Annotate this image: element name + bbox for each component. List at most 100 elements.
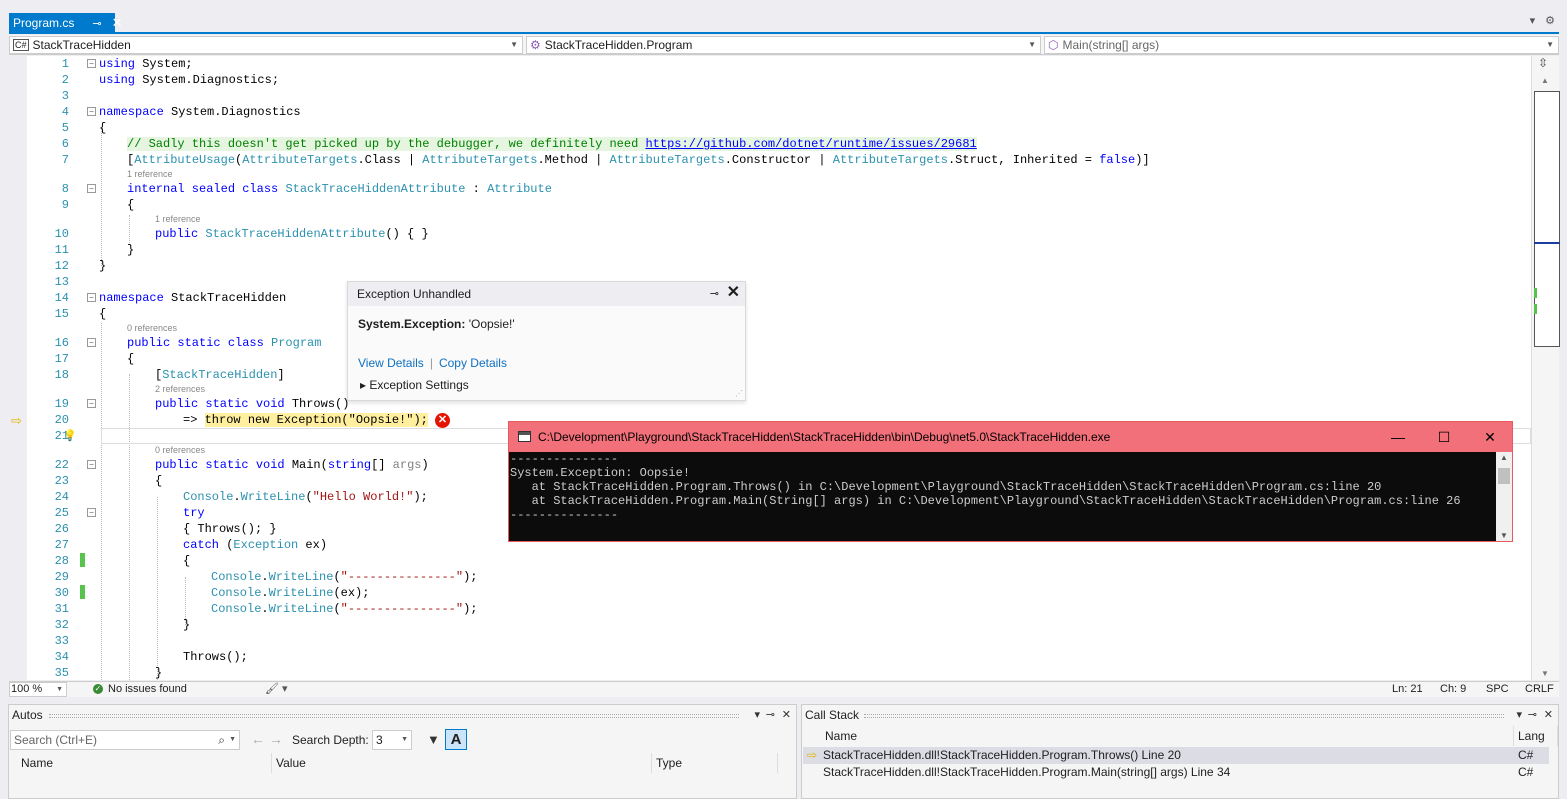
- collapse-icon[interactable]: −: [87, 293, 96, 302]
- scrollbar-thumb[interactable]: [1498, 468, 1510, 484]
- scroll-up-arrow-icon[interactable]: ▲: [1500, 453, 1508, 462]
- tab-program-cs[interactable]: Program.cs ⊸ ✕: [9, 13, 122, 33]
- window-position-dropdown-icon[interactable]: ▾: [1516, 705, 1522, 725]
- member-dropdown[interactable]: ⬡ Main(string[] args) ▼: [1044, 36, 1559, 54]
- collapse-icon[interactable]: −: [87, 59, 96, 68]
- filter-icon[interactable]: ▼: [427, 732, 440, 747]
- frame-name: StackTraceHidden.dll!StackTraceHidden.Pr…: [823, 765, 1231, 779]
- line-number: 35: [54, 666, 69, 680]
- line-number: 5: [61, 121, 69, 135]
- column-header-type[interactable]: Type: [652, 753, 778, 773]
- scroll-down-arrow-icon[interactable]: ▼: [1500, 531, 1508, 540]
- code-editor[interactable]: ⇨ 💡 1 − using System; 2 using System.Dia…: [9, 56, 1531, 680]
- codelens-references[interactable]: 1 reference: [155, 213, 201, 226]
- console-scrollbar[interactable]: ▲ ▼: [1496, 452, 1512, 541]
- editor-vertical-scrollbar[interactable]: ⇳ ▲ ▼: [1531, 56, 1560, 680]
- pin-icon[interactable]: ⊸: [92, 17, 101, 30]
- copy-details-link[interactable]: Copy Details: [439, 356, 507, 370]
- resize-grip-icon[interactable]: ⋰: [735, 389, 743, 398]
- view-details-link[interactable]: View Details: [358, 356, 424, 370]
- close-panel-icon[interactable]: ✕: [782, 705, 791, 725]
- code-line: 12 }: [9, 258, 1529, 274]
- line-number: 2: [61, 73, 69, 87]
- pin-icon[interactable]: ⊸: [710, 282, 719, 306]
- column-header-language[interactable]: Lang: [1514, 726, 1558, 746]
- call-stack-row[interactable]: StackTraceHidden.dll!StackTraceHidden.Pr…: [803, 764, 1549, 781]
- tab-list-dropdown-icon[interactable]: ▾: [1530, 14, 1536, 27]
- column-header-name[interactable]: Name: [821, 726, 1514, 746]
- code-cleanup-brush-icon[interactable]: 🖌 ▾: [265, 682, 288, 695]
- code-line: 8 − internal sealed class StackTraceHidd…: [9, 181, 1529, 197]
- collapse-icon[interactable]: −: [87, 399, 96, 408]
- line-number: 29: [54, 570, 69, 584]
- whitespace-indicator[interactable]: SPC: [1486, 683, 1509, 695]
- close-icon[interactable]: ✕: [727, 281, 740, 305]
- column-indicator[interactable]: Ch: 9: [1440, 683, 1466, 695]
- search-icon[interactable]: ⌕: [218, 731, 225, 749]
- issues-indicator[interactable]: ✓ No issues found: [93, 683, 187, 695]
- line-number: 13: [54, 275, 69, 289]
- close-tab-icon[interactable]: ✕: [112, 15, 123, 31]
- close-window-icon[interactable]: ✕: [1467, 422, 1513, 452]
- console-output[interactable]: --------------- System.Exception: Oopsie!…: [509, 452, 1497, 541]
- call-stack-title-bar: Call Stack ▾ ⊸ ✕: [802, 705, 1558, 725]
- class-dropdown[interactable]: ⚙ StackTraceHidden.Program ▼: [526, 36, 1041, 54]
- minimize-icon[interactable]: —: [1375, 422, 1421, 452]
- scroll-up-arrow-icon[interactable]: ▲: [1541, 76, 1549, 85]
- tab-title: Program.cs: [13, 16, 75, 30]
- search-depth-dropdown[interactable]: 3 ▼: [372, 730, 412, 750]
- code-text: {: [127, 352, 135, 366]
- maximize-icon[interactable]: ☐: [1421, 422, 1467, 452]
- codelens-references[interactable]: 2 references: [155, 383, 205, 396]
- collapse-icon[interactable]: −: [87, 184, 96, 193]
- scroll-down-arrow-icon[interactable]: ▼: [1541, 669, 1549, 678]
- line-number: 21: [54, 429, 69, 443]
- pin-icon[interactable]: ⊸: [1528, 705, 1537, 725]
- code-text: }: [99, 259, 107, 273]
- drag-grip[interactable]: [49, 714, 739, 718]
- code-line: 14 − namespace StackTraceHidden: [9, 290, 1529, 306]
- chevron-down-icon[interactable]: ▼: [229, 731, 236, 749]
- code-line: 2 using System.Diagnostics;: [9, 72, 1529, 88]
- zoom-dropdown[interactable]: 100 % ▼: [9, 682, 67, 697]
- codelens-references[interactable]: 0 references: [155, 444, 205, 457]
- column-header-name[interactable]: Name: [17, 753, 272, 773]
- call-stack-row[interactable]: ⇨ StackTraceHidden.dll!StackTraceHidden.…: [803, 747, 1549, 764]
- console-title-bar[interactable]: C:\Development\Playground\StackTraceHidd…: [509, 422, 1512, 452]
- chevron-down-icon: ▼: [1546, 40, 1554, 49]
- split-window-icon[interactable]: ⇳: [1538, 56, 1548, 70]
- project-dropdown[interactable]: C# StackTraceHidden ▼: [9, 36, 523, 54]
- issue-link[interactable]: https://github.com/dotnet/runtime/issues…: [645, 137, 977, 151]
- text-format-icon[interactable]: A: [445, 729, 467, 750]
- collapse-icon[interactable]: −: [87, 508, 96, 517]
- pin-icon[interactable]: ⊸: [766, 705, 775, 725]
- close-panel-icon[interactable]: ✕: [1544, 705, 1553, 725]
- codelens-references[interactable]: 1 reference: [127, 168, 173, 181]
- exception-links: View Details | Copy Details: [358, 356, 507, 370]
- code-text: {: [155, 474, 163, 488]
- code-line: 33: [9, 633, 1529, 649]
- line-number: 26: [54, 522, 69, 536]
- code-line: 11 }: [9, 242, 1529, 258]
- code-text: }: [127, 243, 135, 257]
- collapse-icon[interactable]: −: [87, 107, 96, 116]
- autos-search-input[interactable]: Search (Ctrl+E) ⌕ ▼: [10, 730, 240, 750]
- collapse-icon[interactable]: −: [87, 338, 96, 347]
- line-indicator[interactable]: Ln: 21: [1392, 683, 1423, 695]
- drag-grip[interactable]: [864, 714, 1504, 718]
- link-separator: |: [429, 356, 433, 370]
- exception-settings-toggle[interactable]: ▸ Exception Settings: [360, 378, 469, 392]
- codelens-references[interactable]: 0 references: [127, 322, 177, 335]
- scrollbar-thumb[interactable]: [1534, 91, 1560, 347]
- collapse-icon[interactable]: −: [87, 460, 96, 469]
- call-stack-panel: Call Stack ▾ ⊸ ✕ Name Lang ⇨ StackTraceH…: [801, 704, 1559, 799]
- search-navigation-arrows[interactable]: ← →: [251, 731, 283, 747]
- column-header-value[interactable]: Value: [272, 753, 652, 773]
- line-ending-indicator[interactable]: CRLF: [1525, 683, 1554, 695]
- error-icon[interactable]: ✕: [435, 413, 450, 428]
- line-number: 18: [54, 368, 69, 382]
- code-line: 7 [AttributeUsage(AttributeTargets.Class…: [9, 152, 1529, 168]
- gear-icon[interactable]: ⚙: [1545, 14, 1555, 27]
- frame-language: C#: [1518, 765, 1534, 779]
- window-position-dropdown-icon[interactable]: ▾: [754, 705, 760, 725]
